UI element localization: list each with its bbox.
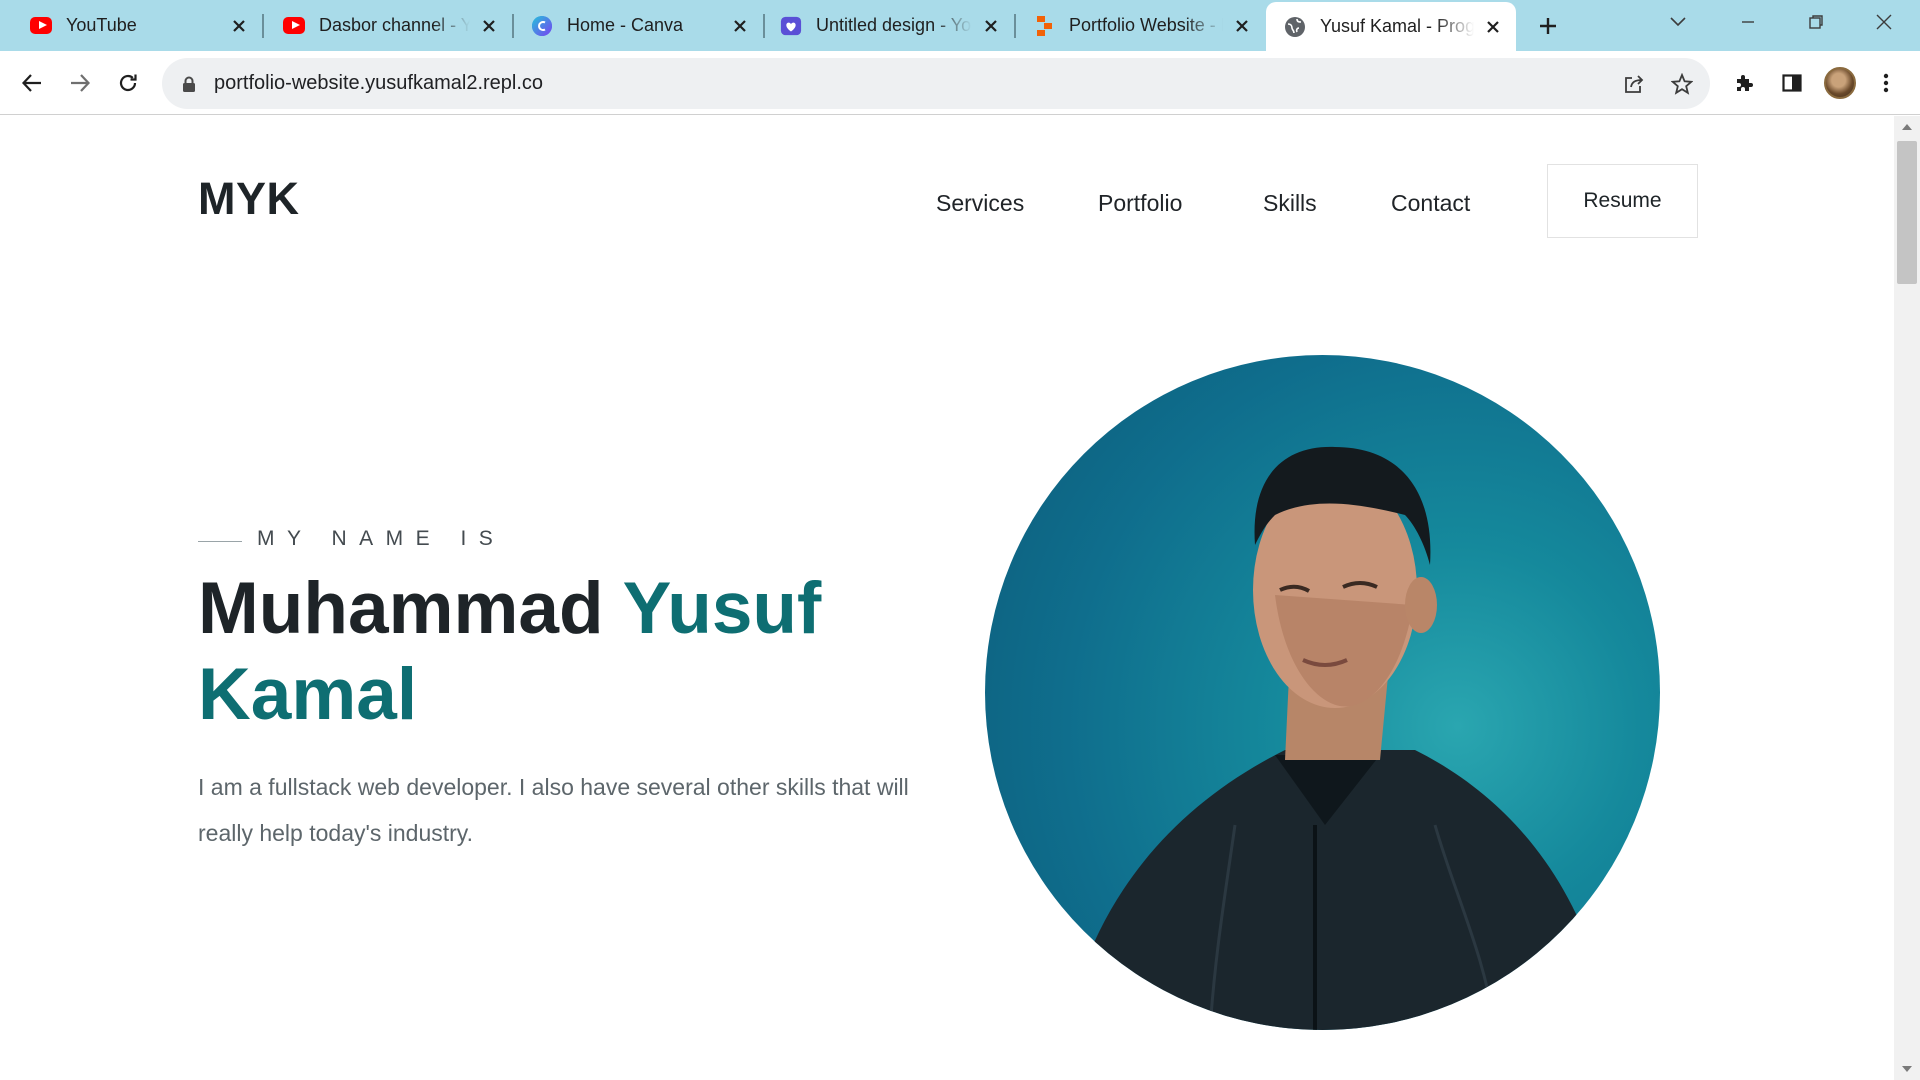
youtube-icon — [283, 15, 305, 37]
tab-title: Home - Canva — [567, 15, 684, 35]
globe-icon — [1284, 16, 1306, 38]
close-icon[interactable] — [228, 15, 250, 37]
youtube-icon — [30, 15, 52, 37]
tab-untitled-design[interactable]: Untitled design - YouTube — [764, 0, 1014, 51]
avatar — [1824, 67, 1856, 99]
tab-title: YouTube — [66, 15, 137, 35]
tab-strip: YouTube Dasbor channel - YouTube Home - … — [0, 0, 1920, 51]
tab-title: Untitled design - YouTube — [816, 15, 972, 35]
hero-intro: I am a fullstack web developer. I also h… — [198, 774, 909, 846]
close-icon[interactable] — [729, 15, 751, 37]
profile-avatar[interactable] — [1822, 65, 1858, 101]
page-viewport: MYK Services Portfolio Skills Contact Re… — [0, 116, 1894, 1080]
close-icon[interactable] — [980, 15, 1002, 37]
scroll-down-arrow-icon[interactable] — [1902, 1066, 1912, 1072]
replit-icon — [1033, 15, 1055, 37]
side-panel-icon[interactable] — [1774, 65, 1810, 101]
site-logo[interactable]: MYK — [198, 173, 300, 225]
url-text: portfolio-website.yusufkamal2.repl.co — [214, 72, 544, 94]
tab-dasbor-channel[interactable]: Dasbor channel - YouTube — [263, 0, 512, 51]
share-icon[interactable] — [1616, 66, 1652, 102]
page-scrollbar[interactable] — [1894, 116, 1920, 1080]
close-icon[interactable] — [1482, 16, 1504, 38]
minimize-button[interactable] — [1718, 0, 1778, 44]
tab-canva[interactable]: Home - Canva — [513, 0, 763, 51]
tab-title: Portfolio Website - Replit — [1069, 15, 1223, 35]
hero-name-heading: Muhammad Yusuf Kamal — [198, 566, 958, 738]
close-icon[interactable] — [478, 15, 500, 37]
nav-link-contact[interactable]: Contact — [1391, 190, 1470, 217]
nav-link-portfolio[interactable]: Portfolio — [1098, 190, 1182, 217]
address-bar[interactable]: portfolio-website.yusufkamal2.repl.co — [162, 58, 1710, 109]
tab-youtube[interactable]: YouTube — [0, 0, 262, 51]
resume-button[interactable]: Resume — [1547, 164, 1698, 238]
tab-search-button[interactable] — [1648, 0, 1708, 44]
reload-button[interactable] — [110, 65, 146, 101]
canva-icon — [531, 15, 553, 37]
nav-link-skills[interactable]: Skills — [1263, 190, 1317, 217]
heart-app-icon — [780, 15, 802, 37]
tab-portfolio-website[interactable]: Portfolio Website - Replit — [1015, 0, 1265, 51]
hero-eyebrow: MY NAME IS — [257, 527, 506, 550]
close-icon[interactable] — [1231, 15, 1253, 37]
lock-icon[interactable] — [180, 75, 198, 93]
scrollbar-thumb[interactable] — [1897, 141, 1917, 284]
menu-kebab-icon[interactable] — [1868, 65, 1904, 101]
scroll-up-arrow-icon[interactable] — [1902, 124, 1912, 130]
hero-name-first: Muhammad — [198, 568, 604, 649]
nav-link-services[interactable]: Services — [936, 190, 1024, 217]
forward-button[interactable] — [62, 65, 98, 101]
restore-button[interactable] — [1786, 0, 1846, 44]
profile-photo — [985, 355, 1660, 1030]
browser-toolbar: portfolio-website.yusufkamal2.repl.co — [0, 51, 1920, 115]
new-tab-button[interactable] — [1532, 10, 1564, 42]
tab-title: Yusuf Kamal - Programmer — [1320, 16, 1474, 36]
bookmark-star-icon[interactable] — [1664, 66, 1700, 102]
tab-yusuf-kamal[interactable]: Yusuf Kamal - Programmer — [1266, 2, 1516, 51]
extensions-icon[interactable] — [1726, 65, 1762, 101]
eyebrow-divider — [198, 541, 242, 542]
back-button[interactable] — [14, 65, 50, 101]
tab-title: Dasbor channel - YouTube — [319, 15, 470, 35]
close-window-button[interactable] — [1854, 0, 1914, 44]
